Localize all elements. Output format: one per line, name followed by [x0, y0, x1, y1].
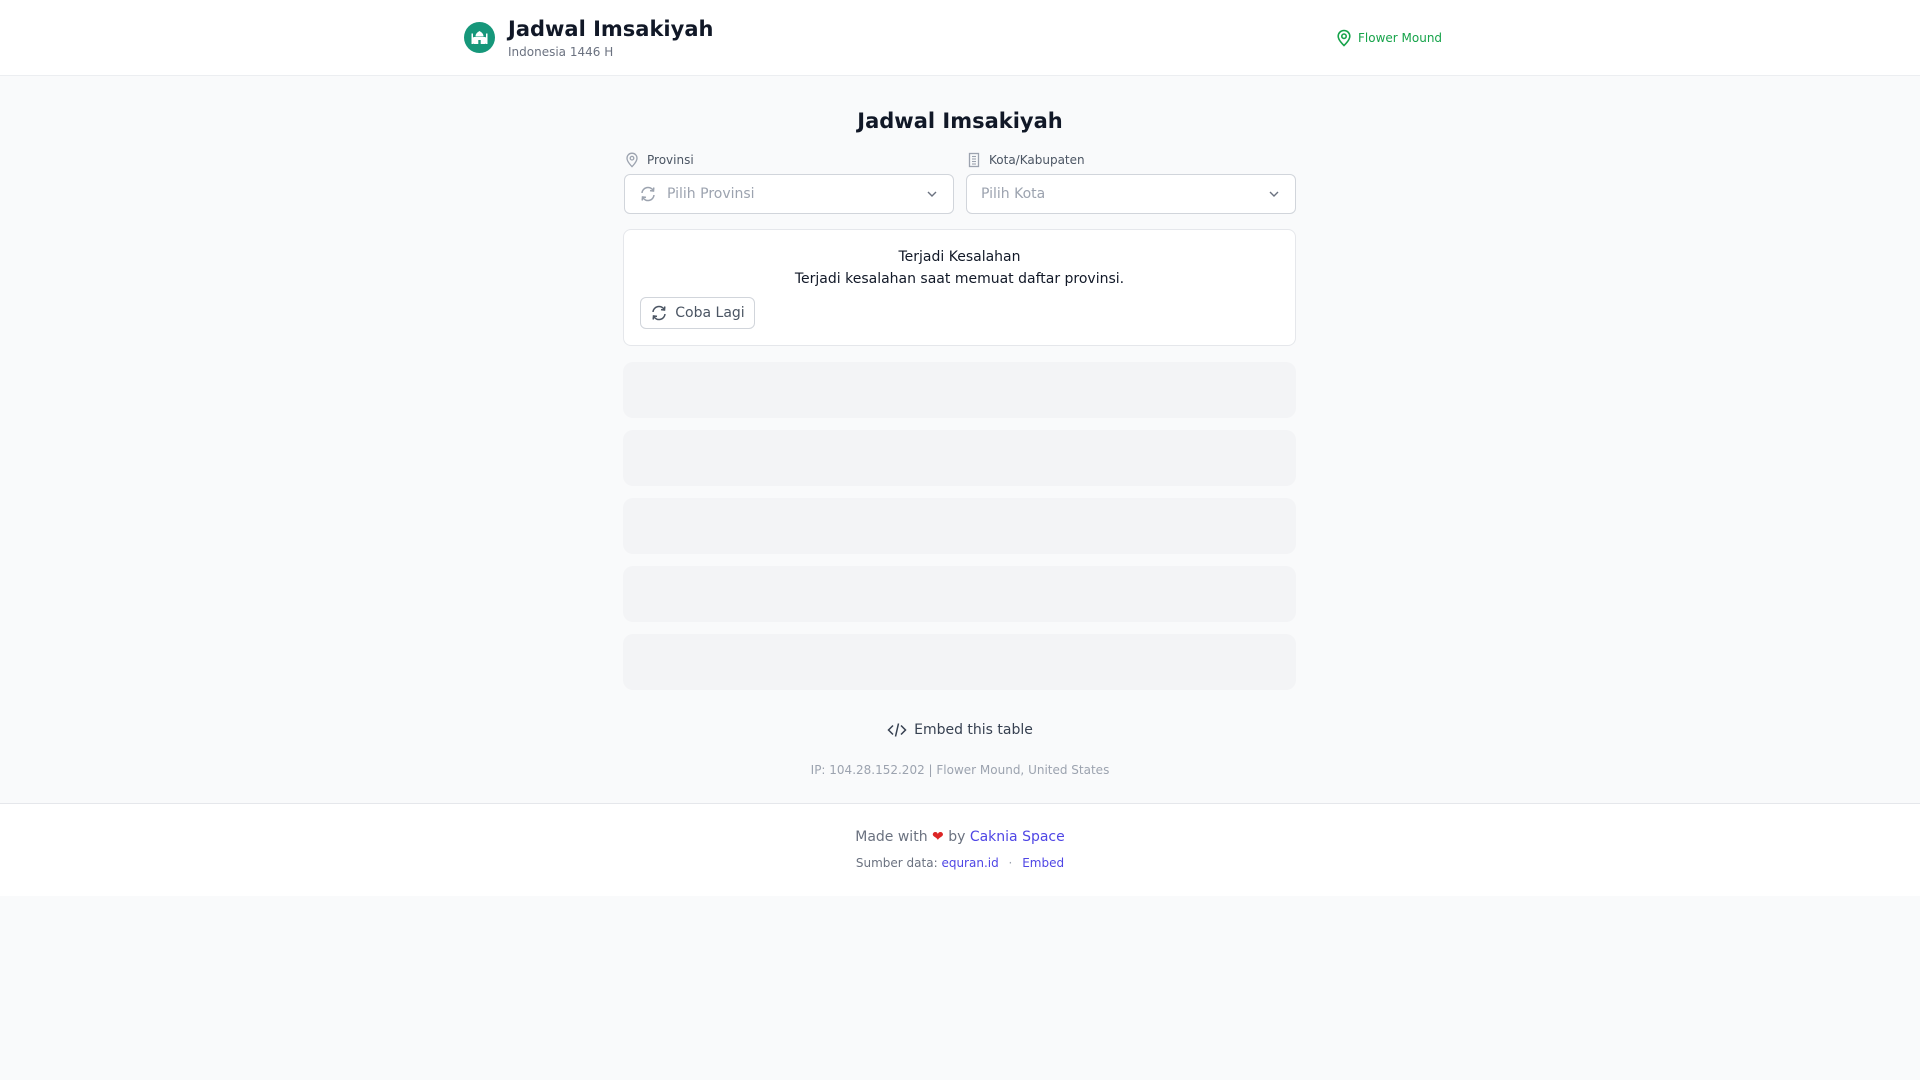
building-icon: [967, 152, 981, 168]
map-pin-icon: [1336, 29, 1352, 47]
embed-table-button[interactable]: Embed this table: [887, 722, 1033, 738]
chevron-down-icon: [1267, 187, 1281, 201]
error-title: Terjadi Kesalahan: [898, 249, 1021, 265]
loading-skeleton-row: [623, 634, 1296, 690]
source-line: Sumber data: equran.id · Embed: [0, 856, 1920, 870]
source-prefix: Sumber data:: [855, 856, 938, 870]
app-title: Jadwal Imsakiyah: [508, 17, 714, 41]
loading-skeleton-row: [623, 430, 1296, 486]
city-label-text: Kota/Kabupaten: [989, 153, 1085, 167]
code-icon: [887, 722, 907, 738]
map-pin-icon: [625, 152, 639, 168]
ip-location-info: IP: 104.28.152.202 | Flower Mound, Unite…: [810, 763, 1110, 777]
city-select-value: Pilih Kota: [981, 186, 1046, 202]
top-header: Jadwal Imsakiyah Indonesia 1446 H Flower…: [0, 0, 1920, 76]
footer: Made with ❤ by Caknia Space Sumber data:…: [0, 803, 1920, 896]
separator: ·: [1008, 856, 1013, 870]
embed-table-label: Embed this table: [914, 722, 1033, 738]
chevron-down-icon: [925, 187, 939, 201]
loading-skeleton-row: [623, 498, 1296, 554]
retry-button-label: Coba Lagi: [675, 305, 745, 321]
error-card: Terjadi Kesalahan Terjadi kesalahan saat…: [623, 229, 1296, 346]
retry-button[interactable]: Coba Lagi: [640, 297, 755, 329]
loading-skeleton-row: [623, 362, 1296, 418]
error-message: Terjadi kesalahan saat memuat daftar pro…: [794, 271, 1125, 287]
loading-spinner-icon: [639, 185, 657, 203]
location-label: Flower Mound: [1358, 31, 1443, 45]
mosque-icon: [464, 22, 495, 53]
loading-skeleton-row: [623, 566, 1296, 622]
made-with-line: Made with ❤ by Caknia Space: [0, 829, 1920, 845]
page-title: Jadwal Imsakiyah: [857, 109, 1063, 133]
author-link[interactable]: Caknia Space: [970, 829, 1065, 845]
city-label: Kota/Kabupaten: [967, 152, 1085, 168]
province-select-value: Pilih Provinsi: [667, 186, 755, 202]
by-text: by: [948, 829, 966, 845]
heart-icon: ❤: [932, 829, 944, 845]
app-subtitle: Indonesia 1446 H: [508, 45, 614, 59]
refresh-icon: [650, 304, 668, 322]
province-label: Provinsi: [625, 152, 694, 168]
location-link[interactable]: Flower Mound: [1336, 28, 1442, 48]
made-with-text: Made with: [855, 829, 928, 845]
province-label-text: Provinsi: [647, 153, 694, 167]
source-link[interactable]: equran.id: [941, 856, 998, 870]
embed-table-link: Embed this table: [0, 720, 1920, 740]
city-select[interactable]: Pilih Kota: [966, 174, 1296, 214]
footer-embed-link[interactable]: Embed: [1022, 856, 1064, 870]
province-select[interactable]: Pilih Provinsi: [624, 174, 954, 214]
